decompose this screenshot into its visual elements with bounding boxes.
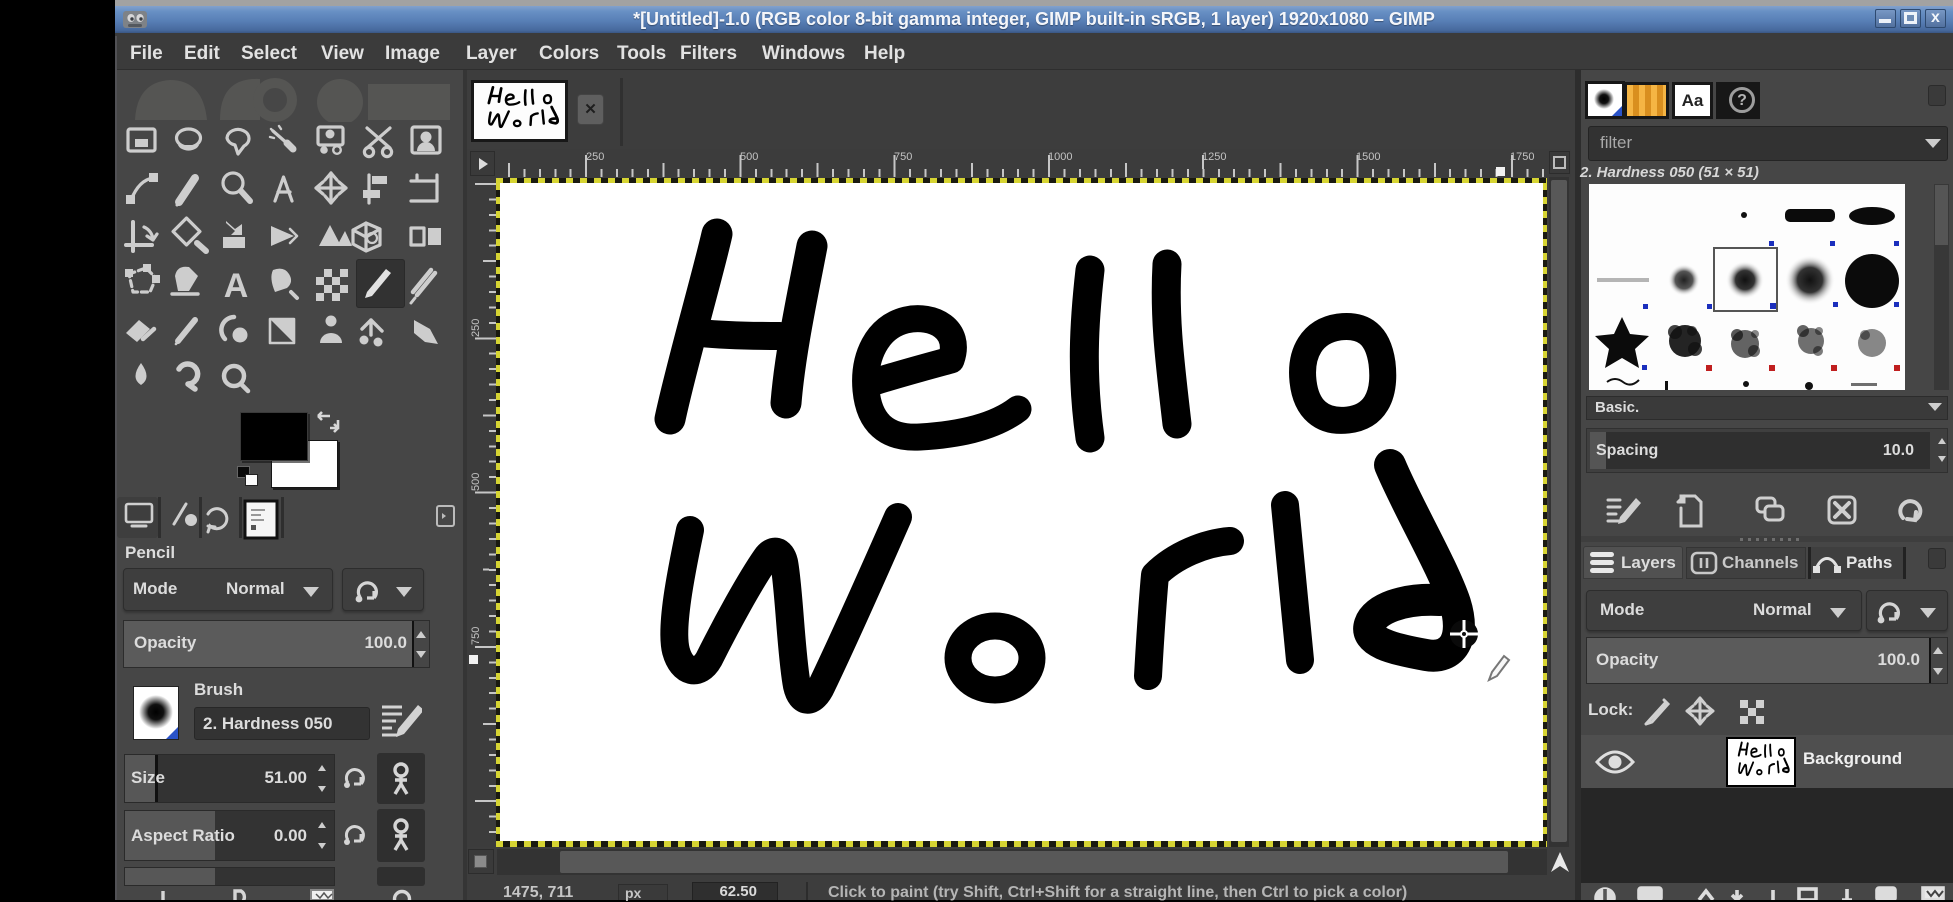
svg-text:A: A: [224, 267, 249, 305]
